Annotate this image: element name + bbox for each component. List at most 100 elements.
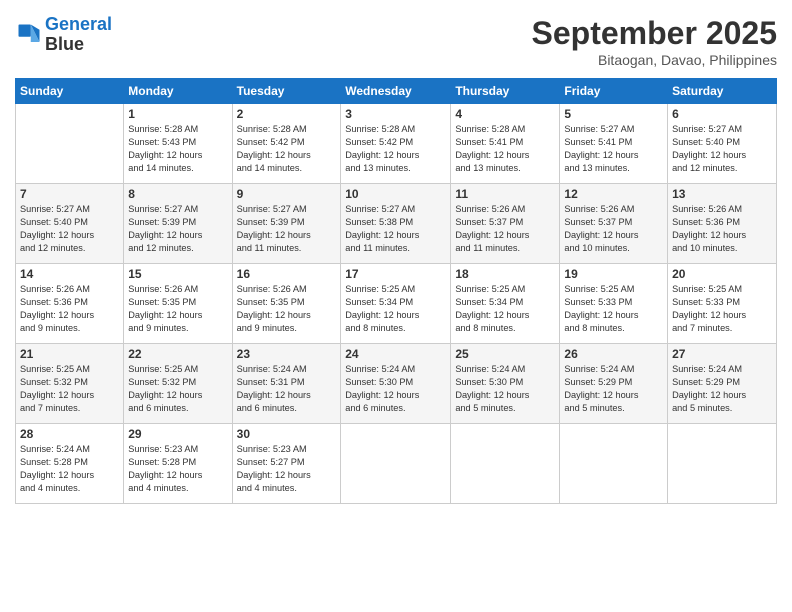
day-info: Sunrise: 5:26 AM Sunset: 5:36 PM Dayligh… <box>672 203 772 255</box>
calendar-cell: 8Sunrise: 5:27 AM Sunset: 5:39 PM Daylig… <box>124 184 232 264</box>
day-info: Sunrise: 5:28 AM Sunset: 5:42 PM Dayligh… <box>237 123 337 175</box>
calendar-cell: 5 Sunrise: 5:27 AM Sunset: 5:41 PM Daylig… <box>560 104 668 184</box>
weekday-header-wednesday: Wednesday <box>341 79 451 104</box>
day-number: 25 <box>455 347 555 361</box>
day-number: 19 <box>564 267 663 281</box>
day-info: Sunrise: 5:27 AM Sunset: 5:39 PM Dayligh… <box>128 203 227 255</box>
day-info: Sunrise: 5:27 AM Sunset: 5:38 PM Dayligh… <box>345 203 446 255</box>
day-info: Sunrise: 5:24 AM Sunset: 5:29 PM Dayligh… <box>564 363 663 415</box>
day-number: 17 <box>345 267 446 281</box>
weekday-header-friday: Friday <box>560 79 668 104</box>
calendar-cell: 1 Sunrise: 5:28 AM Sunset: 5:43 PM Daylig… <box>124 104 232 184</box>
calendar-cell: 22 Sunrise: 5:25 AM Sunset: 5:32 PM Dayli… <box>124 344 232 424</box>
day-number: 9 <box>237 187 337 201</box>
day-number: 3 <box>345 107 446 121</box>
day-info: Sunrise: 5:24 AM Sunset: 5:29 PM Dayligh… <box>672 363 772 415</box>
week-row-2: 7Sunrise: 5:27 AM Sunset: 5:40 PM Daylig… <box>16 184 777 264</box>
day-number: 16 <box>237 267 337 281</box>
day-info: Sunrise: 5:28 AM Sunset: 5:42 PM Dayligh… <box>345 123 446 175</box>
day-number: 5 <box>564 107 663 121</box>
calendar-cell: 26 Sunrise: 5:24 AM Sunset: 5:29 PM Dayli… <box>560 344 668 424</box>
calendar-cell: 14Sunrise: 5:26 AM Sunset: 5:36 PM Dayli… <box>16 264 124 344</box>
day-info: Sunrise: 5:24 AM Sunset: 5:28 PM Dayligh… <box>20 443 119 495</box>
logo-line2: Blue <box>45 35 112 55</box>
day-number: 6 <box>672 107 772 121</box>
calendar-body: 1 Sunrise: 5:28 AM Sunset: 5:43 PM Daylig… <box>16 104 777 504</box>
day-info: Sunrise: 5:27 AM Sunset: 5:41 PM Dayligh… <box>564 123 663 175</box>
calendar-cell <box>16 104 124 184</box>
day-number: 14 <box>20 267 119 281</box>
calendar-cell: 24 Sunrise: 5:24 AM Sunset: 5:30 PM Dayli… <box>341 344 451 424</box>
calendar-cell: 2 Sunrise: 5:28 AM Sunset: 5:42 PM Daylig… <box>232 104 341 184</box>
calendar-cell: 21 Sunrise: 5:25 AM Sunset: 5:32 PM Dayli… <box>16 344 124 424</box>
day-number: 10 <box>345 187 446 201</box>
calendar-cell: 4 Sunrise: 5:28 AM Sunset: 5:41 PM Daylig… <box>451 104 560 184</box>
calendar-subtitle: Bitaogan, Davao, Philippines <box>532 52 777 68</box>
calendar-cell: 9 Sunrise: 5:27 AM Sunset: 5:39 PM Daylig… <box>232 184 341 264</box>
calendar-cell: 13 Sunrise: 5:26 AM Sunset: 5:36 PM Dayli… <box>668 184 777 264</box>
calendar-cell: 7Sunrise: 5:27 AM Sunset: 5:40 PM Daylig… <box>16 184 124 264</box>
day-number: 21 <box>20 347 119 361</box>
day-info: Sunrise: 5:24 AM Sunset: 5:31 PM Dayligh… <box>237 363 337 415</box>
day-number: 29 <box>128 427 227 441</box>
day-number: 2 <box>237 107 337 121</box>
title-section: September 2025 Bitaogan, Davao, Philippi… <box>532 15 777 68</box>
day-info: Sunrise: 5:28 AM Sunset: 5:41 PM Dayligh… <box>455 123 555 175</box>
calendar-cell: 25 Sunrise: 5:24 AM Sunset: 5:30 PM Dayli… <box>451 344 560 424</box>
day-number: 28 <box>20 427 119 441</box>
day-number: 4 <box>455 107 555 121</box>
calendar-cell <box>451 424 560 504</box>
day-info: Sunrise: 5:25 AM Sunset: 5:33 PM Dayligh… <box>564 283 663 335</box>
day-info: Sunrise: 5:24 AM Sunset: 5:30 PM Dayligh… <box>455 363 555 415</box>
weekday-header-sunday: Sunday <box>16 79 124 104</box>
day-info: Sunrise: 5:27 AM Sunset: 5:39 PM Dayligh… <box>237 203 337 255</box>
logo-text: General Blue <box>45 15 112 55</box>
calendar-cell: 16 Sunrise: 5:26 AM Sunset: 5:35 PM Dayli… <box>232 264 341 344</box>
day-info: Sunrise: 5:25 AM Sunset: 5:32 PM Dayligh… <box>20 363 119 415</box>
calendar-cell: 19 Sunrise: 5:25 AM Sunset: 5:33 PM Dayli… <box>560 264 668 344</box>
weekday-header-thursday: Thursday <box>451 79 560 104</box>
day-number: 15 <box>128 267 227 281</box>
day-info: Sunrise: 5:27 AM Sunset: 5:40 PM Dayligh… <box>672 123 772 175</box>
calendar-title: September 2025 <box>532 15 777 52</box>
page-header: General Blue September 2025 Bitaogan, Da… <box>15 15 777 68</box>
week-row-1: 1 Sunrise: 5:28 AM Sunset: 5:43 PM Daylig… <box>16 104 777 184</box>
day-info: Sunrise: 5:25 AM Sunset: 5:32 PM Dayligh… <box>128 363 227 415</box>
calendar-cell: 17 Sunrise: 5:25 AM Sunset: 5:34 PM Dayli… <box>341 264 451 344</box>
logo-icon <box>15 21 43 49</box>
day-info: Sunrise: 5:25 AM Sunset: 5:34 PM Dayligh… <box>345 283 446 335</box>
week-row-5: 28 Sunrise: 5:24 AM Sunset: 5:28 PM Dayli… <box>16 424 777 504</box>
day-info: Sunrise: 5:28 AM Sunset: 5:43 PM Dayligh… <box>128 123 227 175</box>
day-info: Sunrise: 5:26 AM Sunset: 5:35 PM Dayligh… <box>128 283 227 335</box>
logo-line1: General <box>45 14 112 34</box>
weekday-header-monday: Monday <box>124 79 232 104</box>
weekday-header-tuesday: Tuesday <box>232 79 341 104</box>
week-row-4: 21 Sunrise: 5:25 AM Sunset: 5:32 PM Dayli… <box>16 344 777 424</box>
calendar-table: SundayMondayTuesdayWednesdayThursdayFrid… <box>15 78 777 504</box>
day-info: Sunrise: 5:26 AM Sunset: 5:35 PM Dayligh… <box>237 283 337 335</box>
day-number: 13 <box>672 187 772 201</box>
calendar-cell: 15 Sunrise: 5:26 AM Sunset: 5:35 PM Dayli… <box>124 264 232 344</box>
day-number: 1 <box>128 107 227 121</box>
weekday-header-saturday: Saturday <box>668 79 777 104</box>
page-container: General Blue September 2025 Bitaogan, Da… <box>0 0 792 612</box>
calendar-cell <box>560 424 668 504</box>
calendar-cell <box>668 424 777 504</box>
day-info: Sunrise: 5:25 AM Sunset: 5:33 PM Dayligh… <box>672 283 772 335</box>
day-number: 20 <box>672 267 772 281</box>
day-number: 12 <box>564 187 663 201</box>
day-number: 24 <box>345 347 446 361</box>
day-number: 22 <box>128 347 227 361</box>
day-number: 27 <box>672 347 772 361</box>
calendar-cell: 23Sunrise: 5:24 AM Sunset: 5:31 PM Dayli… <box>232 344 341 424</box>
day-number: 7 <box>20 187 119 201</box>
calendar-cell: 20 Sunrise: 5:25 AM Sunset: 5:33 PM Dayli… <box>668 264 777 344</box>
day-info: Sunrise: 5:24 AM Sunset: 5:30 PM Dayligh… <box>345 363 446 415</box>
calendar-cell: 18Sunrise: 5:25 AM Sunset: 5:34 PM Dayli… <box>451 264 560 344</box>
day-number: 26 <box>564 347 663 361</box>
calendar-cell <box>341 424 451 504</box>
day-info: Sunrise: 5:25 AM Sunset: 5:34 PM Dayligh… <box>455 283 555 335</box>
calendar-cell: 11Sunrise: 5:26 AM Sunset: 5:37 PM Dayli… <box>451 184 560 264</box>
week-row-3: 14Sunrise: 5:26 AM Sunset: 5:36 PM Dayli… <box>16 264 777 344</box>
calendar-cell: 12Sunrise: 5:26 AM Sunset: 5:37 PM Dayli… <box>560 184 668 264</box>
